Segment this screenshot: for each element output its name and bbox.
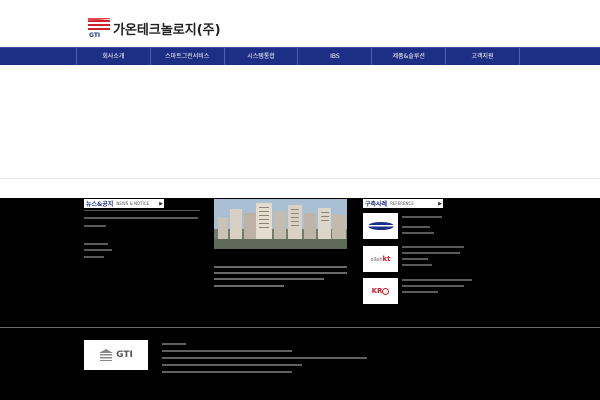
- photo-caption[interactable]: [214, 278, 324, 280]
- city-buildings-image: [214, 199, 347, 249]
- news-item[interactable]: [84, 225, 106, 227]
- nav-item-system-integration[interactable]: 시스템통합: [223, 48, 298, 65]
- reference-item-text[interactable]: [402, 226, 430, 228]
- nav-item-products[interactable]: 제품&솔루션: [371, 48, 445, 65]
- footer-company-info: [162, 343, 186, 345]
- arrow-right-icon: ▶: [438, 200, 442, 207]
- news-item[interactable]: [84, 256, 104, 258]
- reference-item-text[interactable]: [402, 258, 428, 260]
- photo-caption[interactable]: [214, 285, 284, 287]
- site-logo[interactable]: GTI 가온테크놀로지(주): [88, 18, 221, 38]
- photo-caption[interactable]: [214, 266, 347, 268]
- reference-item-text[interactable]: [402, 246, 464, 248]
- arrow-right-icon: ▶: [159, 200, 163, 207]
- generic-logo-icon: [367, 222, 394, 230]
- footer-logo-text: GTI: [116, 350, 133, 360]
- svg-text:GTI: GTI: [89, 32, 100, 38]
- news-item[interactable]: [84, 243, 108, 245]
- news-item[interactable]: [84, 249, 112, 251]
- footer-divider: [0, 327, 600, 330]
- reference-item-text[interactable]: [402, 279, 472, 281]
- reference-item-text[interactable]: [402, 291, 438, 293]
- footer-company-info: [162, 364, 302, 366]
- news-divider: [84, 210, 200, 211]
- main-nav: 회사소개 스마트그린서비스 시스템통합 IBS 제품&솔루션 고객지원: [0, 47, 600, 65]
- news-subtitle: NEWS & NOTICE: [116, 201, 150, 206]
- footer-logo: GTI: [84, 340, 148, 370]
- news-header[interactable]: 뉴스&공지 NEWS & NOTICE ▶: [84, 199, 164, 208]
- reference-item-text[interactable]: [402, 264, 432, 266]
- hero-bottom-divider: [0, 178, 600, 179]
- reference-logo[interactable]: KR: [363, 278, 398, 304]
- nav-item-smart-green[interactable]: 스마트그린서비스: [149, 48, 224, 65]
- photo-caption[interactable]: [214, 272, 347, 274]
- krc-logo: KR: [372, 287, 390, 295]
- footer-copyright: [162, 371, 292, 373]
- reference-logo[interactable]: ollehkt: [363, 246, 398, 272]
- news-title: 뉴스&공지: [86, 201, 114, 208]
- company-name: 가온테크놀로지(주): [113, 22, 221, 38]
- site-header: GTI 가온테크놀로지(주): [0, 0, 600, 47]
- reference-item-text[interactable]: [402, 285, 464, 287]
- gti-logo-icon: GTI: [88, 18, 110, 38]
- reference-title: 구축사례: [365, 201, 388, 208]
- reference-item-text[interactable]: [402, 216, 442, 218]
- reference-subtitle: REFERENCE: [390, 201, 414, 206]
- reference-item-text[interactable]: [402, 252, 460, 254]
- reference-item-text[interactable]: [402, 232, 434, 234]
- footer-company-info: [162, 350, 292, 352]
- olleh-kt-logo: ollehkt: [370, 255, 391, 263]
- news-item[interactable]: [84, 217, 198, 219]
- reference-logo[interactable]: [363, 213, 398, 239]
- nav-item-ibs[interactable]: IBS: [297, 48, 371, 65]
- nav-item-about[interactable]: 회사소개: [76, 48, 150, 65]
- featured-photo[interactable]: [214, 199, 347, 249]
- footer-company-info: [162, 357, 367, 359]
- nav-item-support[interactable]: 고객지원: [445, 48, 520, 65]
- reference-header[interactable]: 구축사례 REFERENCE ▶: [363, 199, 443, 208]
- gti-logo-icon: [99, 349, 114, 361]
